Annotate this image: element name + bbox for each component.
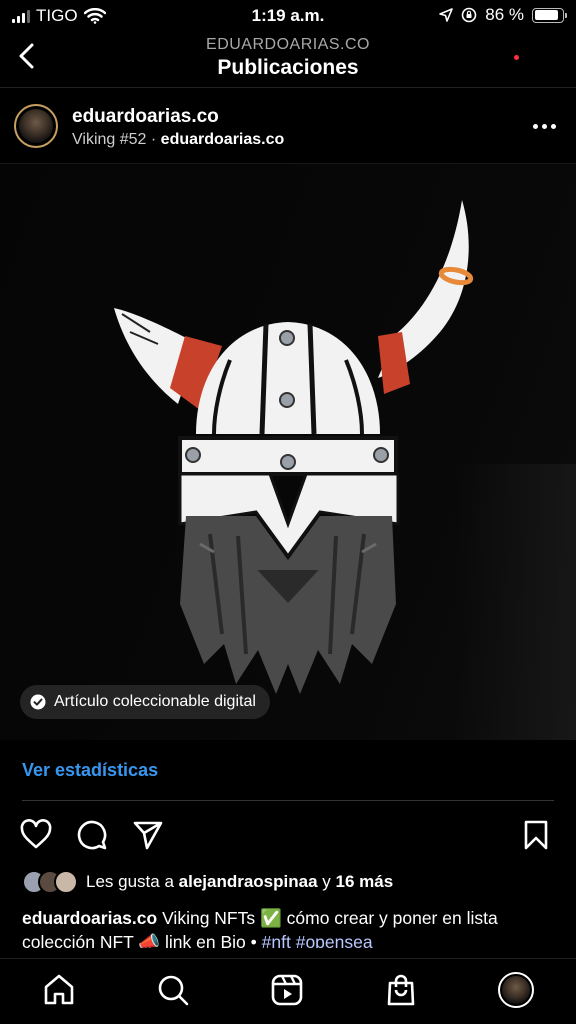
page-title: Publicaciones <box>217 56 359 79</box>
search-icon[interactable] <box>156 973 190 1007</box>
nav-header: EDUARDOARIAS.CO Publicaciones <box>0 30 576 88</box>
reels-icon[interactable] <box>270 973 304 1007</box>
home-icon[interactable] <box>42 973 76 1007</box>
post-username[interactable]: eduardoarias.co <box>72 106 219 128</box>
post-image[interactable]: Artículo coleccionable digital <box>0 164 576 740</box>
profile-avatar-tab[interactable] <box>498 972 534 1008</box>
likes-summary[interactable]: Les gusta a alejandraospinaa y 16 más <box>22 870 393 894</box>
status-bar: TIGO 1:19 a.m. 86 % <box>0 0 576 32</box>
send-icon[interactable] <box>132 819 164 851</box>
bottom-tab-bar <box>0 958 576 1024</box>
location-arrow-icon <box>439 8 454 22</box>
post-subtitle: Viking #52 · eduardoarias.co <box>72 131 284 149</box>
bookmark-icon[interactable] <box>520 819 552 851</box>
caption-username[interactable]: eduardoarias.co <box>22 908 157 928</box>
post-caption: eduardoarias.co Viking NFTs ✅ cómo crear… <box>22 906 554 954</box>
subtitle-separator: · <box>150 131 157 148</box>
liker-avatars <box>22 870 78 894</box>
likes-more[interactable]: 16 más <box>336 872 394 892</box>
more-horizontal-icon[interactable] <box>533 124 556 129</box>
caption-overflow-mask <box>0 948 576 958</box>
post-actions <box>0 815 576 855</box>
nft-item-name[interactable]: Viking #52 <box>72 131 146 148</box>
liker-avatar <box>54 870 78 894</box>
battery-icon <box>532 7 567 23</box>
viking-illustration <box>114 200 474 694</box>
view-insights-link[interactable]: Ver estadísticas <box>22 760 158 781</box>
divider <box>22 800 554 801</box>
notification-dot <box>514 55 519 60</box>
post-header: eduardoarias.co Viking #52 · eduardoaria… <box>0 90 576 164</box>
battery-percent: 86 % <box>485 5 524 24</box>
heart-icon[interactable] <box>20 819 52 851</box>
avatar[interactable] <box>14 104 58 148</box>
likes-prefix: Les gusta a <box>86 872 174 891</box>
shop-bag-icon[interactable] <box>384 973 418 1007</box>
status-right: 86 % <box>439 5 567 25</box>
account-name: EDUARDOARIAS.CO <box>206 36 370 53</box>
nft-owner[interactable]: eduardoarias.co <box>161 131 285 148</box>
battery-level <box>534 10 558 20</box>
badge-label: Artículo coleccionable digital <box>54 693 256 710</box>
likes-joiner: y <box>322 872 331 891</box>
verified-check-icon <box>30 694 46 710</box>
digital-collectible-badge[interactable]: Artículo coleccionable digital <box>20 685 270 719</box>
orientation-lock-icon <box>461 7 477 23</box>
comment-icon[interactable] <box>76 819 108 851</box>
likes-user[interactable]: alejandraospinaa <box>179 872 318 892</box>
